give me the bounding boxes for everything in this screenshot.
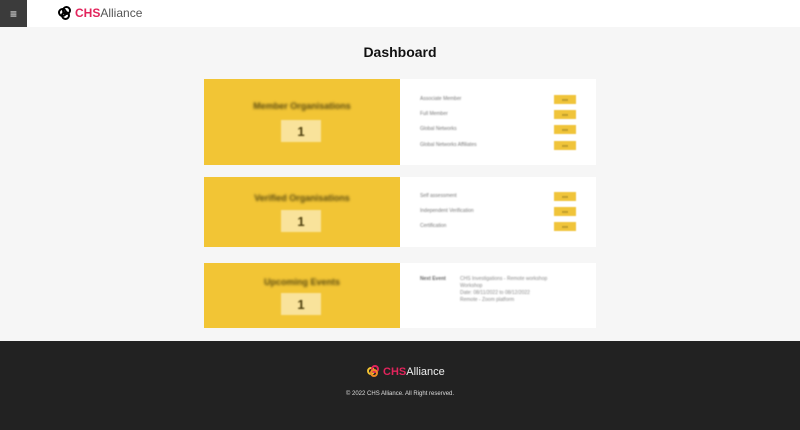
logo-text-alliance: Alliance — [406, 365, 445, 378]
page-title: Dashboard — [363, 44, 437, 60]
row-count-button[interactable]: xxx — [554, 207, 576, 216]
list-item: Global Networks Affiliates xxx — [420, 141, 580, 151]
upcoming-events-card: Upcoming Events 1 Next Event CHS Investi… — [204, 263, 596, 328]
row-count-button[interactable]: xxx — [554, 125, 576, 134]
logo-text-alliance: Alliance — [100, 6, 143, 20]
copyright-text: © 2022 CHS Alliance. All Right reserved. — [345, 391, 455, 397]
row-count-button[interactable]: xxx — [554, 110, 576, 119]
logo-mark-icon — [58, 6, 72, 20]
event-line: CHS Investigations - Remote workshop — [460, 276, 548, 282]
card-count: 1 — [281, 293, 321, 315]
event-line: Date: 08/11/2022 to 08/12/2022 — [460, 290, 530, 296]
list-item: Global Networks xxx — [420, 125, 580, 135]
list-item: Full Member xxx — [420, 110, 580, 120]
row-label: Full Member — [420, 111, 448, 117]
card-summary: Member Organisations 1 — [204, 79, 400, 165]
logo-text-chs: CHS — [75, 6, 101, 20]
list-item: Certification xxx — [420, 222, 580, 232]
row-count-button[interactable]: xxx — [554, 192, 576, 201]
card-summary: Upcoming Events 1 — [204, 263, 400, 328]
event-line: Workshop — [460, 283, 483, 289]
row-count-button[interactable]: xxx — [554, 95, 576, 104]
logo-mark-icon — [367, 365, 380, 378]
top-bar: ≡ CHS Alliance — [0, 0, 800, 27]
card-summary: Verified Organisations 1 — [204, 177, 400, 247]
card-count: 1 — [281, 120, 321, 142]
card-title: Upcoming Events — [263, 277, 340, 287]
event-details: CHS Investigations - Remote workshop Wor… — [460, 276, 580, 304]
hamburger-menu-icon[interactable]: ≡ — [0, 0, 27, 27]
header-logo[interactable]: CHS Alliance — [58, 6, 142, 20]
row-label: Certification — [420, 223, 447, 229]
logo-text-chs: CHS — [383, 365, 407, 378]
event-label: Next Event — [420, 276, 446, 282]
row-count-button[interactable]: xxx — [554, 222, 576, 231]
row-label: Associate Member — [420, 96, 462, 102]
card-title: Member Organisations — [253, 101, 351, 111]
footer-logo[interactable]: CHS Alliance — [367, 365, 445, 378]
row-label: Global Networks — [420, 126, 457, 132]
list-item: Independent Verification xxx — [420, 207, 580, 217]
card-count: 1 — [281, 210, 321, 232]
list-item: Associate Member xxx — [420, 95, 580, 105]
event-line: Remote - Zoom platform — [460, 297, 515, 303]
row-label: Independent Verification — [420, 208, 474, 214]
member-organisations-card: Member Organisations 1 Associate Member … — [204, 79, 596, 165]
row-label: Global Networks Affiliates — [420, 142, 477, 148]
verified-organisations-card: Verified Organisations 1 Self assessment… — [204, 177, 596, 247]
row-label: Self assessment — [420, 193, 457, 199]
row-count-button[interactable]: xxx — [554, 141, 576, 150]
list-item: Self assessment xxx — [420, 192, 580, 202]
footer: CHS Alliance © 2022 CHS Alliance. All Ri… — [0, 341, 800, 430]
card-title: Verified Organisations — [254, 193, 350, 203]
